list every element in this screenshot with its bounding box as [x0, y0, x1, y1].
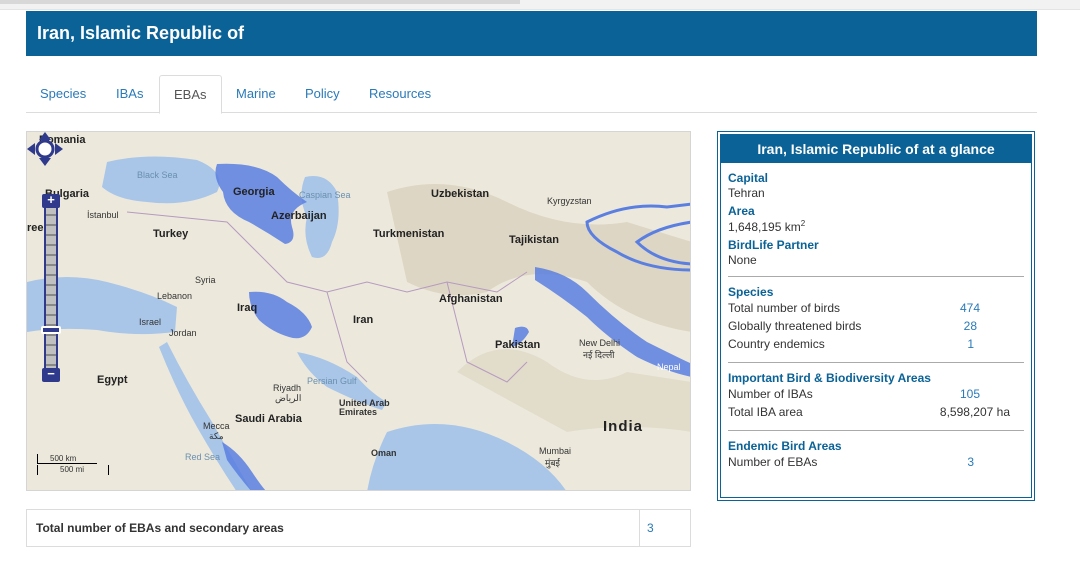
page-title: Iran, Islamic Republic of	[37, 23, 245, 43]
label-mecca-ar: مكة	[209, 431, 224, 441]
label-black-sea: Black Sea	[137, 170, 178, 180]
label-turkmenistan: Turkmenistan	[373, 228, 445, 240]
map-scale: 500 km 500 mi	[37, 454, 112, 476]
label-iraq: Iraq	[237, 302, 258, 314]
capital-value: Tehran	[728, 186, 765, 200]
total-ebas-label: Total number of EBAs and secondary areas	[36, 521, 284, 535]
label-jordan: Jordan	[169, 328, 197, 338]
label-uae: United Arab Emirates	[339, 398, 390, 417]
label-oman: Oman	[371, 448, 397, 458]
label-riyadh: Riyadh	[273, 383, 302, 393]
label-iran: Iran	[353, 314, 374, 326]
tab-bar: Species IBAs EBAs Marine Policy Resource…	[26, 75, 1037, 114]
label-kyrgyzstan: Kyrgyzstan	[547, 196, 592, 206]
label-lebanon: Lebanon	[157, 291, 193, 301]
tab-marine[interactable]: Marine	[222, 75, 290, 113]
area-value: 1,648,195 km2	[728, 219, 1024, 234]
label-afghanistan: Afghanistan	[439, 293, 503, 305]
label-istanbul: İstanbul	[87, 210, 119, 220]
label-georgia: Georgia	[233, 186, 275, 198]
label-mumbai: Mumbai	[539, 446, 572, 456]
label-new-delhi: New Delhi	[579, 338, 621, 348]
browser-top-strip	[0, 0, 1080, 10]
pan-control-icon[interactable]	[27, 132, 63, 166]
species-row-key: Country endemics	[728, 337, 825, 351]
label-red-sea: Red Sea	[185, 452, 221, 462]
label-mumbai-hi: मुंबई	[545, 458, 560, 468]
tab-ebas[interactable]: EBAs	[159, 75, 222, 114]
iba-row-key: Total IBA area	[728, 405, 803, 419]
species-row: Total number of birds 474	[728, 299, 1024, 317]
label-mecca: Mecca	[203, 421, 230, 431]
capital-label: Capital	[728, 171, 769, 185]
map-canvas	[27, 132, 690, 490]
label-turkey: Turkey	[153, 228, 189, 240]
zoom-out-button[interactable]: −	[42, 367, 60, 382]
eba-row: Number of EBAs 3	[728, 453, 1024, 471]
scale-km: 500 km	[37, 454, 97, 464]
label-tajikistan: Tajikistan	[509, 234, 559, 246]
endemics-link[interactable]: 1	[967, 335, 974, 353]
iba-area-value: 8,598,207 ha	[939, 405, 1010, 419]
zoom-slider-handle[interactable]	[41, 326, 61, 334]
area-unit-sup: 2	[800, 219, 806, 228]
tab-resources[interactable]: Resources	[355, 75, 445, 113]
glance-body: Capital Tehran Area 1,648,195 km2 BirdLi…	[721, 163, 1031, 471]
label-uzbekistan: Uzbekistan	[431, 188, 490, 200]
label-syria: Syria	[195, 275, 216, 285]
species-row: Globally threatened birds 28	[728, 317, 1024, 335]
browser-bar	[0, 0, 520, 4]
divider	[728, 276, 1024, 277]
partner-label: BirdLife Partner	[728, 238, 819, 252]
threatened-birds-link[interactable]: 28	[964, 317, 977, 335]
label-riyadh-ar: الرياض	[275, 393, 302, 403]
zoom-in-button[interactable]: +	[42, 193, 60, 208]
label-israel: Israel	[139, 317, 162, 327]
scale-mi: 500 mi	[37, 465, 109, 475]
total-birds-link[interactable]: 474	[960, 299, 980, 317]
total-ebas-link[interactable]: 3	[647, 521, 654, 535]
species-label: Species	[728, 285, 774, 299]
tab-species[interactable]: Species	[26, 75, 100, 113]
number-ebas-link[interactable]: 3	[967, 453, 974, 471]
divider	[728, 430, 1024, 431]
table-separator	[639, 510, 640, 546]
partner-value: None	[728, 253, 757, 267]
divider	[728, 362, 1024, 363]
label-saudi-arabia: Saudi Arabia	[235, 413, 302, 425]
label-persian-gulf: Persian Gulf	[307, 376, 357, 386]
eba-row-key: Number of EBAs	[728, 455, 818, 469]
label-pakistan: Pakistan	[495, 339, 541, 351]
eba-label: Endemic Bird Areas	[728, 439, 842, 453]
tab-ibas[interactable]: IBAs	[102, 75, 157, 113]
zoom-slider[interactable]	[44, 194, 58, 374]
area-label: Area	[728, 204, 755, 218]
eba-map[interactable]: Romania Bulgaria İstanbul reece Black Se…	[26, 131, 691, 491]
label-azerbaijan: Azerbaijan	[271, 210, 327, 222]
tab-policy[interactable]: Policy	[291, 75, 354, 113]
iba-row: Number of IBAs 105	[728, 385, 1024, 403]
area-number: 1,648,195 km	[728, 220, 801, 234]
glance-inner: Iran, Islamic Republic of at a glance Ca…	[720, 134, 1032, 498]
number-ibas-link[interactable]: 105	[960, 385, 980, 403]
iba-row-key: Number of IBAs	[728, 387, 813, 401]
glance-title: Iran, Islamic Republic of at a glance	[721, 135, 1031, 163]
label-new-delhi-hi: नई दिल्ली	[583, 350, 615, 360]
label-egypt: Egypt	[97, 374, 128, 386]
iba-label: Important Bird & Biodiversity Areas	[728, 371, 931, 385]
total-ebas-table: Total number of EBAs and secondary areas…	[26, 509, 691, 547]
species-row-key: Globally threatened birds	[728, 319, 862, 333]
species-row-key: Total number of birds	[728, 301, 841, 315]
species-row: Country endemics 1	[728, 335, 1024, 353]
label-nepal: Nepal	[657, 362, 681, 372]
at-a-glance-panel: Iran, Islamic Republic of at a glance Ca…	[717, 131, 1035, 501]
iba-row: Total IBA area 8,598,207 ha	[728, 403, 1024, 421]
label-caspian-sea: Caspian Sea	[299, 190, 351, 200]
country-header: Iran, Islamic Republic of	[26, 11, 1037, 56]
label-india: India	[603, 418, 644, 435]
